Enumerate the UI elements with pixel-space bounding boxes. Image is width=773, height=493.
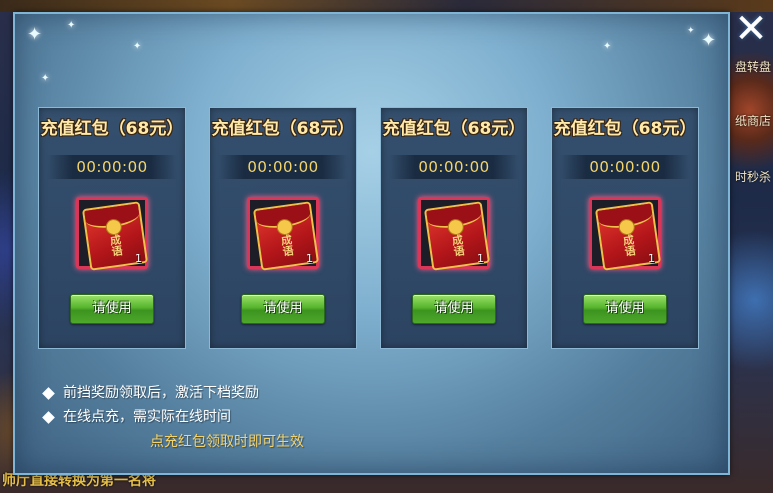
item-count: 1	[648, 252, 655, 265]
diamond-bullet-icon	[42, 410, 55, 424]
envelope-text: 成语	[109, 233, 124, 259]
envelope-text: 成语	[622, 233, 637, 259]
card-timer: 00:00:00	[47, 155, 177, 179]
redpacket-card-4: 充值红包（68元） 00:00:00 成语 1 请使用	[551, 107, 699, 349]
note-text: 在线点充，需实际在线时间	[63, 409, 231, 425]
rules-notes: 前挡奖励领取后，激活下档奖励 在线点充，需实际在线时间	[40, 381, 440, 429]
sparkle-icon: ✦	[41, 73, 50, 84]
red-envelope-item-slot[interactable]: 成语 1	[76, 197, 149, 271]
close-icon[interactable]: ✕	[733, 9, 769, 49]
use-button[interactable]: 请使用	[241, 294, 325, 324]
card-timer: 00:00:00	[389, 155, 519, 179]
envelope-text: 成语	[280, 233, 295, 259]
bg-menu-label-wheel: 盘转盘	[734, 60, 771, 74]
card-title: 充值红包（68元）	[211, 119, 355, 139]
sparkle-icon: ✦	[27, 24, 43, 45]
redpacket-card-1: 充值红包（68元） 00:00:00 成语 1 请使用	[38, 107, 186, 349]
red-envelope-item-slot[interactable]: 成语 1	[589, 197, 662, 271]
sparkle-icon: ✦	[701, 30, 717, 51]
sparkle-icon: ✦	[687, 26, 695, 36]
note-text: 前挡奖励领取后，激活下档奖励	[63, 385, 259, 401]
card-timer: 00:00:00	[560, 155, 690, 179]
note-row: 在线点充，需实际在线时间	[40, 405, 440, 429]
item-count: 1	[306, 252, 313, 265]
redpacket-card-3: 充值红包（68元） 00:00:00 成语 1 请使用	[380, 107, 528, 349]
red-envelope-item-slot[interactable]: 成语 1	[247, 197, 320, 271]
redpacket-card-2: 充值红包（68元） 00:00:00 成语 1 请使用	[209, 107, 357, 349]
item-count: 1	[477, 252, 484, 265]
bg-menu-label-shop: 纸商店	[734, 114, 771, 128]
diamond-bullet-icon	[42, 386, 55, 400]
bg-menu-label-flash-sale: 时秒杀	[734, 170, 771, 184]
sparkle-icon: ✦	[67, 20, 76, 31]
highlight-note: 点充红包领取时即可生效	[150, 434, 304, 450]
card-title: 充值红包（68元）	[40, 119, 184, 139]
use-button[interactable]: 请使用	[412, 294, 496, 324]
use-button[interactable]: 请使用	[583, 294, 667, 324]
card-title: 充值红包（68元）	[553, 119, 697, 139]
use-button[interactable]: 请使用	[70, 294, 154, 324]
item-count: 1	[135, 252, 142, 265]
sparkle-icon: ✦	[133, 41, 142, 52]
card-title: 充值红包（68元）	[382, 119, 526, 139]
card-timer: 00:00:00	[218, 155, 348, 179]
sparkle-icon: ✦	[603, 41, 612, 52]
red-envelope-item-slot[interactable]: 成语 1	[418, 197, 491, 271]
envelope-text: 成语	[451, 233, 466, 259]
top-hud-strip	[0, 0, 773, 12]
note-row: 前挡奖励领取后，激活下档奖励	[40, 381, 440, 405]
